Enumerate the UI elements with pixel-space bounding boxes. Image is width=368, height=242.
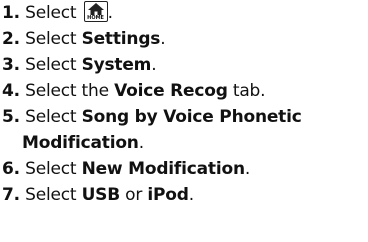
step-2: 2. Select Settings. [2, 26, 166, 52]
step-text: Select [25, 55, 82, 75]
step-5-continuation: Modification. [22, 130, 144, 156]
step-number: 4. [2, 81, 20, 101]
step-text-end: . [107, 3, 113, 23]
step-text-end: . [188, 185, 194, 205]
menu-item-name: New Modification [81, 159, 245, 179]
step-text: Select [25, 3, 82, 23]
step-number: 6. [2, 159, 20, 179]
menu-item-name: System [81, 55, 152, 75]
step-4: 4. Select the Voice Recog tab. [2, 78, 266, 104]
step-text-end: . [138, 133, 144, 153]
step-number: 7. [2, 185, 20, 205]
step-text: Select the [25, 81, 115, 101]
instruction-steps: 1. Select HOME. 2. Select Settings. 3. S… [0, 0, 368, 242]
step-number: 2. [2, 29, 20, 49]
menu-item-name: Settings [81, 29, 161, 49]
step-7: 7. Select USB or iPod. [2, 182, 194, 208]
step-text: Select [25, 185, 82, 205]
option-ipod: iPod [147, 185, 189, 205]
menu-item-name-line2: Modification [22, 133, 139, 153]
tab-name: Voice Recog [114, 81, 228, 101]
step-text-end: . [151, 55, 157, 75]
step-text: Select [25, 107, 82, 127]
step-text-end: . [160, 29, 166, 49]
home-icon: HOME [83, 1, 108, 22]
menu-item-name: Song by Voice Phonetic [81, 107, 302, 127]
step-text-mid: or [119, 185, 148, 205]
step-text: Select [25, 29, 82, 49]
step-text-end: . [244, 159, 251, 179]
step-6: 6. Select New Modification. [2, 156, 250, 182]
home-icon-label: HOME [87, 15, 104, 21]
step-text-end: tab. [227, 81, 266, 101]
step-5: 5. Select Song by Voice Phonetic [2, 104, 302, 130]
step-number: 1. [2, 3, 20, 23]
step-1: 1. Select HOME. [2, 0, 113, 26]
step-number: 3. [2, 55, 20, 75]
step-3: 3. Select System. [2, 52, 157, 78]
step-number: 5. [2, 107, 20, 127]
option-usb: USB [81, 185, 121, 205]
step-text: Select [25, 159, 82, 179]
